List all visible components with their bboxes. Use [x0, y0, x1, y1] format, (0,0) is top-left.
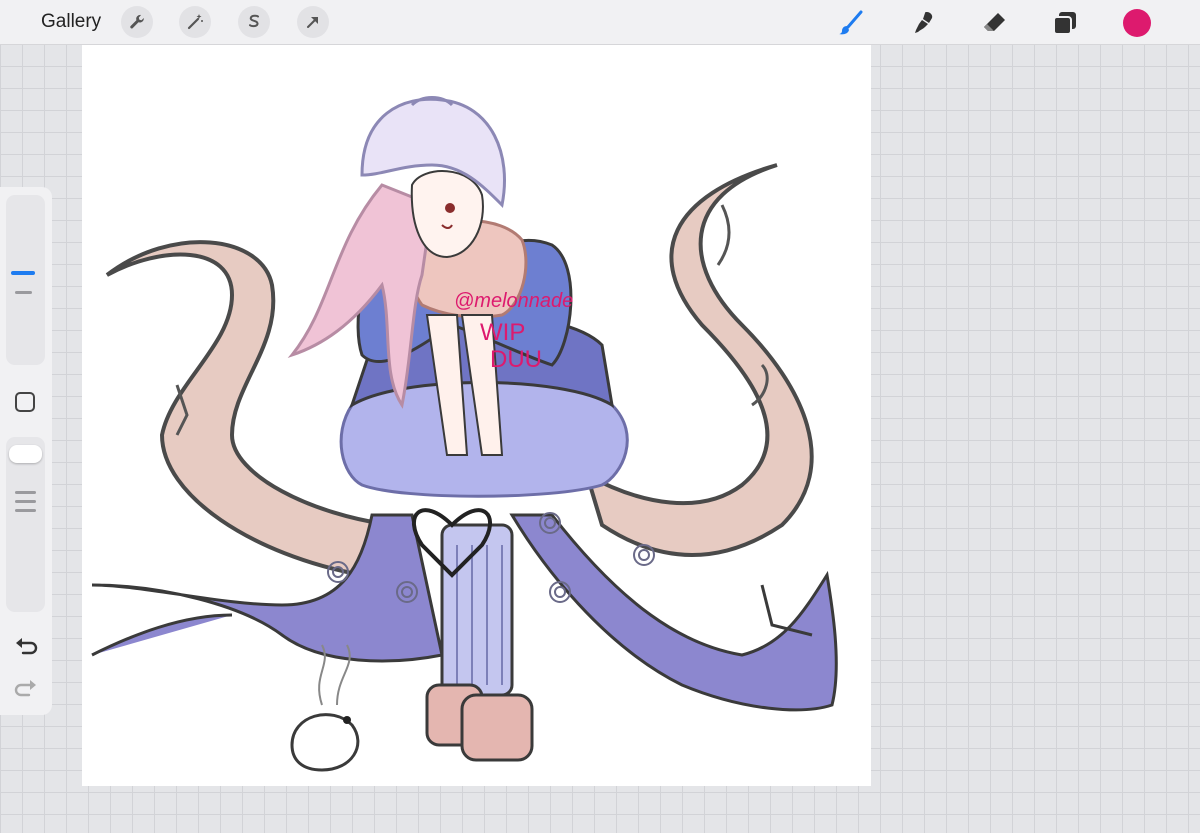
- modify-button[interactable]: [15, 392, 35, 412]
- brush-size-marker: [15, 291, 32, 294]
- opacity-handle[interactable]: [9, 445, 42, 463]
- brush-size-handle[interactable]: [11, 271, 35, 275]
- smudge-tool-button[interactable]: [908, 8, 938, 38]
- watermark-wip: WIP: [480, 319, 525, 346]
- eraser-tool-button[interactable]: [980, 8, 1010, 38]
- artwork: @melonnade WIP DUU: [91, 96, 838, 772]
- opacity-grip-line: [15, 491, 36, 494]
- smudge-icon: [915, 12, 933, 33]
- watermark-duu: DUU: [490, 346, 542, 373]
- color-picker-button[interactable]: [1123, 9, 1151, 37]
- drawing-canvas[interactable]: @melonnade WIP DUU: [82, 45, 871, 786]
- opacity-grip-line: [15, 500, 36, 503]
- transform-button[interactable]: [297, 6, 329, 38]
- selection-s-icon: [249, 14, 259, 28]
- undo-icon: [16, 638, 38, 655]
- brush-sidebar: [0, 187, 52, 715]
- watermark-handle: @melonnade: [454, 290, 573, 312]
- magic-wand-icon: [187, 14, 203, 30]
- layers-button[interactable]: [1050, 8, 1080, 38]
- opacity-grip-line: [15, 509, 36, 512]
- brush-icon: [839, 10, 863, 35]
- opacity-slider[interactable]: [6, 437, 45, 612]
- brush-tool-button[interactable]: [836, 8, 866, 38]
- eraser-icon: [984, 13, 1005, 31]
- brush-size-slider[interactable]: [6, 195, 45, 365]
- wrench-icon: [130, 14, 144, 29]
- transform-arrow-icon: [307, 17, 318, 28]
- gallery-button[interactable]: Gallery: [41, 11, 101, 33]
- top-toolbar: Gallery: [0, 0, 1200, 45]
- undo-button[interactable]: [14, 635, 38, 660]
- redo-button[interactable]: [14, 677, 38, 702]
- actions-button[interactable]: [121, 6, 153, 38]
- right-shoe: [460, 693, 534, 762]
- redo-icon: [14, 680, 36, 697]
- adjustments-button[interactable]: [179, 6, 211, 38]
- selection-button[interactable]: [238, 6, 270, 38]
- right-tentacle: [583, 163, 814, 557]
- layers-icon: [1053, 12, 1076, 35]
